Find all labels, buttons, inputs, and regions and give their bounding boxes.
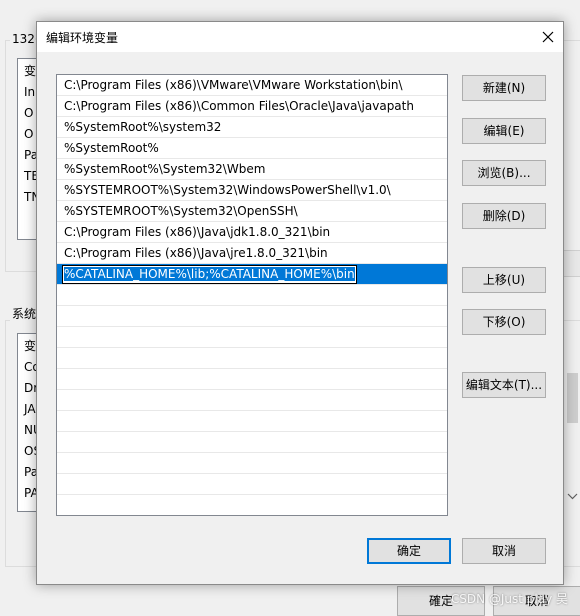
move-down-button[interactable]: 下移(O) — [462, 309, 546, 335]
edit-env-variable-dialog: 编辑环境变量 C:\Program Files (x86)\VMware\VMw… — [36, 21, 564, 585]
title-bar[interactable]: 编辑环境变量 — [37, 22, 563, 52]
empty-row — [57, 306, 447, 327]
system-variables-title: 系统 — [10, 305, 39, 322]
path-item[interactable]: %SYSTEMROOT%\System32\WindowsPowerShell\… — [57, 180, 447, 201]
empty-row — [57, 369, 447, 390]
edit-text-button[interactable]: 编辑文本(T)... — [462, 372, 546, 398]
scrollbar-thumb[interactable] — [567, 373, 578, 423]
dialog-title: 编辑环境变量 — [46, 31, 119, 45]
watermark: CSDN @Just play 吴 — [450, 592, 568, 606]
empty-row — [57, 453, 447, 474]
close-button[interactable] — [533, 22, 563, 52]
path-list[interactable]: C:\Program Files (x86)\VMware\VMware Wor… — [56, 74, 448, 516]
edit-button[interactable]: 编辑(E) — [462, 118, 546, 144]
new-button[interactable]: 新建(N) — [462, 75, 546, 101]
ok-button[interactable]: 确定 — [367, 538, 451, 564]
path-item[interactable]: C:\Program Files (x86)\Java\jdk1.8.0_321… — [57, 222, 447, 243]
delete-button[interactable]: 删除(D) — [462, 203, 546, 229]
path-item[interactable]: C:\Program Files (x86)\Common Files\Orac… — [57, 96, 447, 117]
scroll-down-icon[interactable] — [564, 488, 580, 505]
path-item-selected[interactable]: %CATALINA_HOME%\lib;%CATALINA_HOME%\bin — [57, 264, 447, 285]
move-up-button[interactable]: 上移(U) — [462, 267, 546, 293]
path-item[interactable]: C:\Program Files (x86)\VMware\VMware Wor… — [57, 75, 447, 96]
path-item[interactable]: %SYSTEMROOT%\System32\OpenSSH\ — [57, 201, 447, 222]
system-list-scrollbar[interactable] — [563, 333, 580, 508]
path-item[interactable]: C:\Program Files (x86)\Java\jre1.8.0_321… — [57, 243, 447, 264]
empty-row — [57, 327, 447, 348]
empty-row — [57, 474, 447, 495]
path-edit-value: %CATALINA_HOME%\lib;%CATALINA_HOME%\bin — [64, 267, 355, 281]
empty-row — [57, 411, 447, 432]
path-item[interactable]: %SystemRoot%\System32\Wbem — [57, 159, 447, 180]
close-icon — [542, 31, 554, 43]
path-item[interactable]: %SystemRoot% — [57, 138, 447, 159]
path-item[interactable]: %SystemRoot%\system32 — [57, 117, 447, 138]
empty-row — [57, 348, 447, 369]
path-edit-input[interactable]: %CATALINA_HOME%\lib;%CATALINA_HOME%\bin — [62, 265, 357, 284]
background-strip — [563, 250, 580, 277]
cancel-button[interactable]: 取消 — [462, 538, 546, 564]
empty-row — [57, 285, 447, 306]
empty-row — [57, 390, 447, 411]
empty-row — [57, 432, 447, 453]
browse-button[interactable]: 浏览(B)... — [462, 160, 546, 186]
